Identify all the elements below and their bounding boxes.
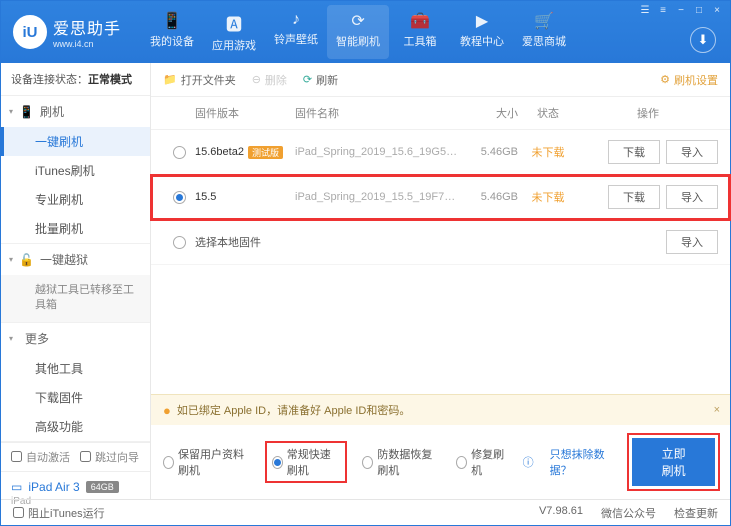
sidebar-item[interactable]: 其他工具	[1, 354, 150, 383]
import-button[interactable]: 导入	[666, 140, 718, 164]
col-ops: 操作	[578, 105, 718, 121]
warning-icon: ●	[163, 403, 171, 418]
nav-3[interactable]: ⟳智能刷机	[327, 5, 389, 59]
download-icon[interactable]: ⬇	[690, 27, 716, 53]
skip-guide-checkbox[interactable]: 跳过向导	[80, 449, 139, 465]
col-status: 状态	[518, 105, 578, 121]
nav-icon: 🅰	[203, 11, 265, 35]
wechat-link[interactable]: 微信公众号	[601, 505, 656, 521]
sidebar-note: 越狱工具已转移至工具箱	[1, 275, 150, 322]
appleid-tip: ● 如已绑定 Apple ID，请准备好 Apple ID和密码。 ×	[151, 394, 730, 425]
nav-icon: ⟳	[327, 11, 389, 31]
app-url: www.i4.cn	[53, 39, 121, 49]
flash-options: 保留用户资料刷机 常规快速刷机 防数据恢复刷机 修复刷机 ⓘ 只想抹除数据？ 立…	[151, 425, 730, 499]
firmware-row[interactable]: 15.5iPad_Spring_2019_15.5_19F77_Restore.…	[151, 175, 730, 220]
firmware-row[interactable]: 15.6beta2测试版iPad_Spring_2019_15.6_19G503…	[151, 130, 730, 175]
nav-icon: ▶	[451, 11, 513, 31]
window-controls: ☰ ≡−□ ×	[638, 5, 724, 17]
info-icon[interactable]: ⓘ	[523, 454, 534, 470]
row-status: 未下载	[518, 189, 578, 205]
refresh-button[interactable]: ⟳刷新	[303, 72, 338, 88]
folder-icon: 📁	[163, 73, 177, 86]
sidebar-item[interactable]: 专业刷机	[1, 185, 150, 214]
nav-icon: ♪	[265, 11, 327, 29]
local-firmware-row: 选择本地固件 导入	[151, 220, 730, 265]
win-control[interactable]: ☰	[638, 5, 652, 17]
win-control[interactable]: −	[674, 5, 688, 17]
row-size: 5.46GB	[458, 191, 518, 203]
import-button[interactable]: 导入	[666, 185, 718, 209]
titlebar: iU 爱思助手 www.i4.cn 📱我的设备🅰应用游戏♪铃声壁纸⟳智能刷机🧰工…	[1, 1, 730, 63]
connection-status: 设备连接状态：正常模式	[1, 63, 150, 96]
nav-icon: 🧰	[389, 11, 451, 31]
app-logo: iU 爱思助手 www.i4.cn	[13, 15, 121, 49]
col-version: 固件版本	[195, 105, 295, 121]
erase-only-link[interactable]: 只想抹除数据？	[550, 446, 614, 478]
top-nav: 📱我的设备🅰应用游戏♪铃声壁纸⟳智能刷机🧰工具箱▶教程中心🛒爱思商城	[141, 5, 575, 59]
opt-repair-flash[interactable]: 修复刷机	[456, 446, 506, 478]
row-filename: iPad_Spring_2019_15.5_19F77_Restore.ipsw	[295, 191, 458, 203]
sidebar: 设备连接状态：正常模式 ▾📱刷机一键刷机iTunes刷机专业刷机批量刷机▾🔓一键…	[1, 63, 151, 499]
row-version: 15.6beta2测试版	[195, 146, 295, 159]
check-update-link[interactable]: 检查更新	[674, 505, 718, 521]
nav-4[interactable]: 🧰工具箱	[389, 5, 451, 59]
sidebar-item[interactable]: 下载固件	[1, 383, 150, 412]
gear-icon: ⚙	[660, 73, 670, 86]
sidebar-item[interactable]: 一键刷机	[1, 127, 150, 156]
nav-icon: 📱	[141, 11, 203, 31]
delete-icon: ⊖	[252, 73, 261, 86]
device-name: iPad Air 3	[28, 480, 79, 494]
col-size: 大小	[458, 105, 518, 121]
sidebar-group-head[interactable]: ▾🔓一键越狱	[1, 244, 150, 275]
sidebar-group-head[interactable]: ▾📱刷机	[1, 96, 150, 127]
logo-icon: iU	[13, 15, 47, 49]
opt-anti-recover[interactable]: 防数据恢复刷机	[362, 446, 440, 478]
flash-settings-button[interactable]: ⚙刷机设置	[660, 72, 718, 88]
col-name: 固件名称	[295, 105, 458, 121]
row-radio[interactable]	[173, 191, 186, 204]
sidebar-item[interactable]: iTunes刷机	[1, 156, 150, 185]
open-folder-button[interactable]: 📁打开文件夹	[163, 72, 236, 88]
nav-6[interactable]: 🛒爱思商城	[513, 5, 575, 59]
opt-fast-flash[interactable]: 常规快速刷机	[266, 442, 347, 482]
sidebar-item[interactable]: 高级功能	[1, 412, 150, 441]
win-control[interactable]: ≡	[656, 5, 670, 17]
flash-now-button[interactable]: 立即刷机	[632, 438, 715, 486]
block-itunes-checkbox[interactable]: 阻止iTunes运行	[13, 505, 105, 521]
sidebar-group-head[interactable]: ▾更多	[1, 323, 150, 354]
statusbar: 阻止iTunes运行 V7.98.61 微信公众号 检查更新	[1, 499, 730, 525]
win-control[interactable]: □	[692, 5, 706, 17]
storage-badge: 64GB	[86, 481, 119, 493]
tablet-icon: ▭	[11, 480, 22, 494]
delete-button[interactable]: ⊖删除	[252, 72, 287, 88]
download-button[interactable]: 下载	[608, 140, 660, 164]
sidebar-options: 自动激活 跳过向导	[1, 442, 150, 471]
download-button[interactable]: 下载	[608, 185, 660, 209]
local-radio[interactable]	[173, 236, 186, 249]
opt-keep-data[interactable]: 保留用户资料刷机	[163, 446, 250, 478]
nav-2[interactable]: ♪铃声壁纸	[265, 5, 327, 59]
tip-close-icon[interactable]: ×	[714, 404, 720, 416]
sidebar-item[interactable]: 批量刷机	[1, 214, 150, 243]
win-control[interactable]: ×	[710, 5, 724, 17]
row-size: 5.46GB	[458, 146, 518, 158]
table-header: 固件版本 固件名称 大小 状态 操作	[151, 97, 730, 130]
nav-icon: 🛒	[513, 11, 575, 31]
row-version: 15.5	[195, 191, 295, 203]
row-status: 未下载	[518, 144, 578, 160]
row-radio[interactable]	[173, 146, 186, 159]
import-local-button[interactable]: 导入	[666, 230, 718, 254]
nav-5[interactable]: ▶教程中心	[451, 5, 513, 59]
main-panel: 📁打开文件夹 ⊖删除 ⟳刷新 ⚙刷机设置 固件版本 固件名称 大小 状态 操作 …	[151, 63, 730, 499]
tip-text: 如已绑定 Apple ID，请准备好 Apple ID和密码。	[177, 402, 411, 418]
toolbar: 📁打开文件夹 ⊖删除 ⟳刷新 ⚙刷机设置	[151, 63, 730, 97]
app-title: 爱思助手	[53, 15, 121, 39]
refresh-icon: ⟳	[303, 73, 312, 86]
auto-activate-checkbox[interactable]: 自动激活	[11, 449, 70, 465]
row-filename: iPad_Spring_2019_15.6_19G5037d_Restore.i…	[295, 146, 458, 158]
nav-0[interactable]: 📱我的设备	[141, 5, 203, 59]
nav-1[interactable]: 🅰应用游戏	[203, 5, 265, 59]
version-label: V7.98.61	[539, 505, 583, 521]
local-firmware-label: 选择本地固件	[195, 234, 261, 250]
